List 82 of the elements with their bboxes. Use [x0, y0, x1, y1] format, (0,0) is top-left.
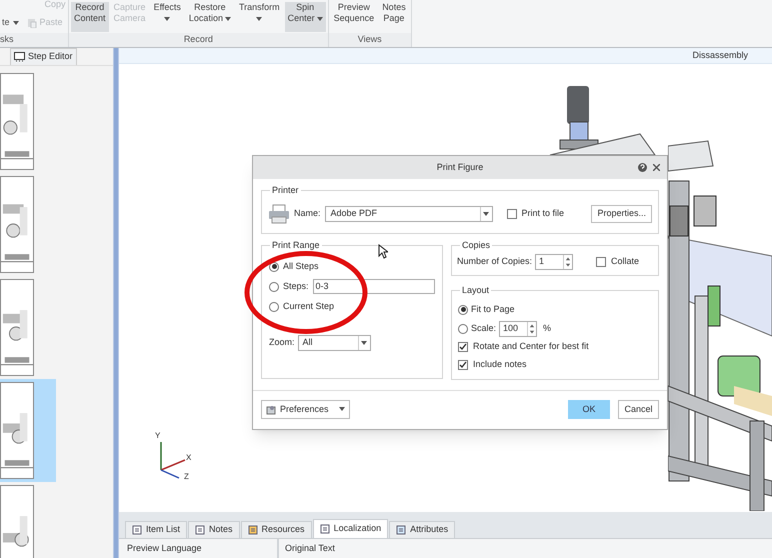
- ribbon-button[interactable]: Notes Page: [379, 2, 409, 32]
- panel-tab[interactable]: Item List: [125, 521, 188, 538]
- caret-icon: [316, 16, 323, 20]
- copies-spinner[interactable]: 1: [535, 254, 574, 270]
- monitor-icon: [14, 52, 25, 62]
- checkbox[interactable]: [506, 209, 517, 219]
- checkbox[interactable]: [458, 360, 468, 370]
- ribbon-button[interactable]: Record Content: [71, 2, 109, 32]
- step-editor-tab[interactable]: Step Editor: [10, 48, 77, 65]
- ribbon-button[interactable]: Restore Location: [186, 2, 234, 32]
- paste-icon: [26, 18, 37, 28]
- radio-label: Steps:: [283, 280, 309, 293]
- ribbon-button[interactable]: Transform: [236, 2, 283, 32]
- column-header: Preview Language: [127, 542, 202, 555]
- tab-icon: [320, 524, 330, 534]
- axis-triad-icon: [160, 442, 186, 479]
- radio-label: All Steps: [283, 260, 319, 273]
- properties-button[interactable]: Properties...: [591, 205, 652, 223]
- caret-icon: [164, 16, 170, 20]
- step-thumbnail[interactable]: [0, 379, 56, 482]
- axis-label: Y: [155, 431, 160, 440]
- group-label: sks: [0, 33, 14, 46]
- radio-label: Fit to Page: [471, 302, 515, 316]
- caret-icon: [12, 20, 19, 25]
- panel-tab[interactable]: Localization: [312, 519, 388, 538]
- tab-icon: [195, 525, 206, 535]
- close-icon[interactable]: [653, 164, 660, 171]
- column-header: Original Text: [285, 542, 335, 555]
- caret-icon: [224, 16, 231, 20]
- viewport-title: Dissassembly: [692, 48, 748, 62]
- copies-label: Number of Copies:: [457, 254, 532, 268]
- checkbox-label: Print to file: [522, 207, 564, 220]
- checkbox[interactable]: [458, 342, 468, 352]
- checkbox[interactable]: [596, 256, 606, 266]
- preferences-icon: [266, 404, 276, 414]
- checkbox-label: Collate: [610, 254, 639, 268]
- radio-button[interactable]: [269, 282, 279, 292]
- checkbox-label: Include notes: [473, 358, 527, 372]
- printer-icon: [268, 204, 290, 224]
- tab-icon: [396, 525, 406, 535]
- caret-icon: [256, 16, 262, 20]
- ribbon-small-button[interactable]: te: [2, 16, 19, 30]
- panel-tab[interactable]: Resources: [240, 521, 312, 538]
- group-title: Copies: [460, 239, 492, 251]
- name-label: Name:: [294, 207, 321, 220]
- spin-arrows-icon[interactable]: [563, 254, 572, 268]
- ok-button[interactable]: OK: [568, 400, 610, 419]
- radio-label: Current Step: [283, 300, 334, 313]
- radio-button[interactable]: [458, 304, 468, 314]
- axis-label: Z: [184, 472, 189, 480]
- panel-tab[interactable]: Notes: [188, 521, 240, 538]
- printer-select[interactable]: Adobe PDF: [324, 206, 493, 222]
- radio-button[interactable]: [269, 302, 279, 312]
- group-title: Layout: [460, 284, 492, 296]
- cancel-button[interactable]: Cancel: [618, 400, 659, 419]
- ribbon-button[interactable]: Preview Sequence: [330, 2, 378, 32]
- ribbon-button[interactable]: Spin Center: [284, 2, 326, 32]
- radio-button[interactable]: [458, 324, 468, 334]
- radio-label: Scale:: [471, 322, 496, 335]
- spin-arrows-icon[interactable]: [527, 322, 536, 336]
- scale-spinner[interactable]: 100: [499, 320, 538, 336]
- tab-icon: [132, 525, 142, 535]
- ribbon-button[interactable]: Effects: [150, 2, 184, 32]
- tab-icon: [248, 525, 258, 535]
- group-label: Views: [358, 33, 382, 46]
- help-icon[interactable]: [638, 163, 647, 172]
- caret-icon: [338, 407, 345, 412]
- zoom-label: Zoom:: [269, 336, 295, 350]
- preferences-button[interactable]: Preferences: [261, 400, 350, 419]
- group-label: Record: [184, 33, 213, 46]
- zoom-select[interactable]: All: [298, 335, 371, 351]
- panel-tab[interactable]: Attributes: [389, 521, 456, 538]
- cursor-icon: [378, 244, 388, 259]
- axis-label: X: [186, 453, 192, 462]
- caret-icon: [361, 341, 368, 345]
- group-title: Printer: [270, 184, 301, 196]
- steps-field[interactable]: 0-3: [312, 279, 435, 294]
- checkbox-label: Rotate and Center for best fit: [473, 340, 589, 354]
- group-title: Print Range: [270, 239, 322, 251]
- dialog-title: Print Figure: [436, 160, 484, 174]
- unit-label: %: [543, 322, 552, 335]
- caret-icon: [483, 212, 490, 216]
